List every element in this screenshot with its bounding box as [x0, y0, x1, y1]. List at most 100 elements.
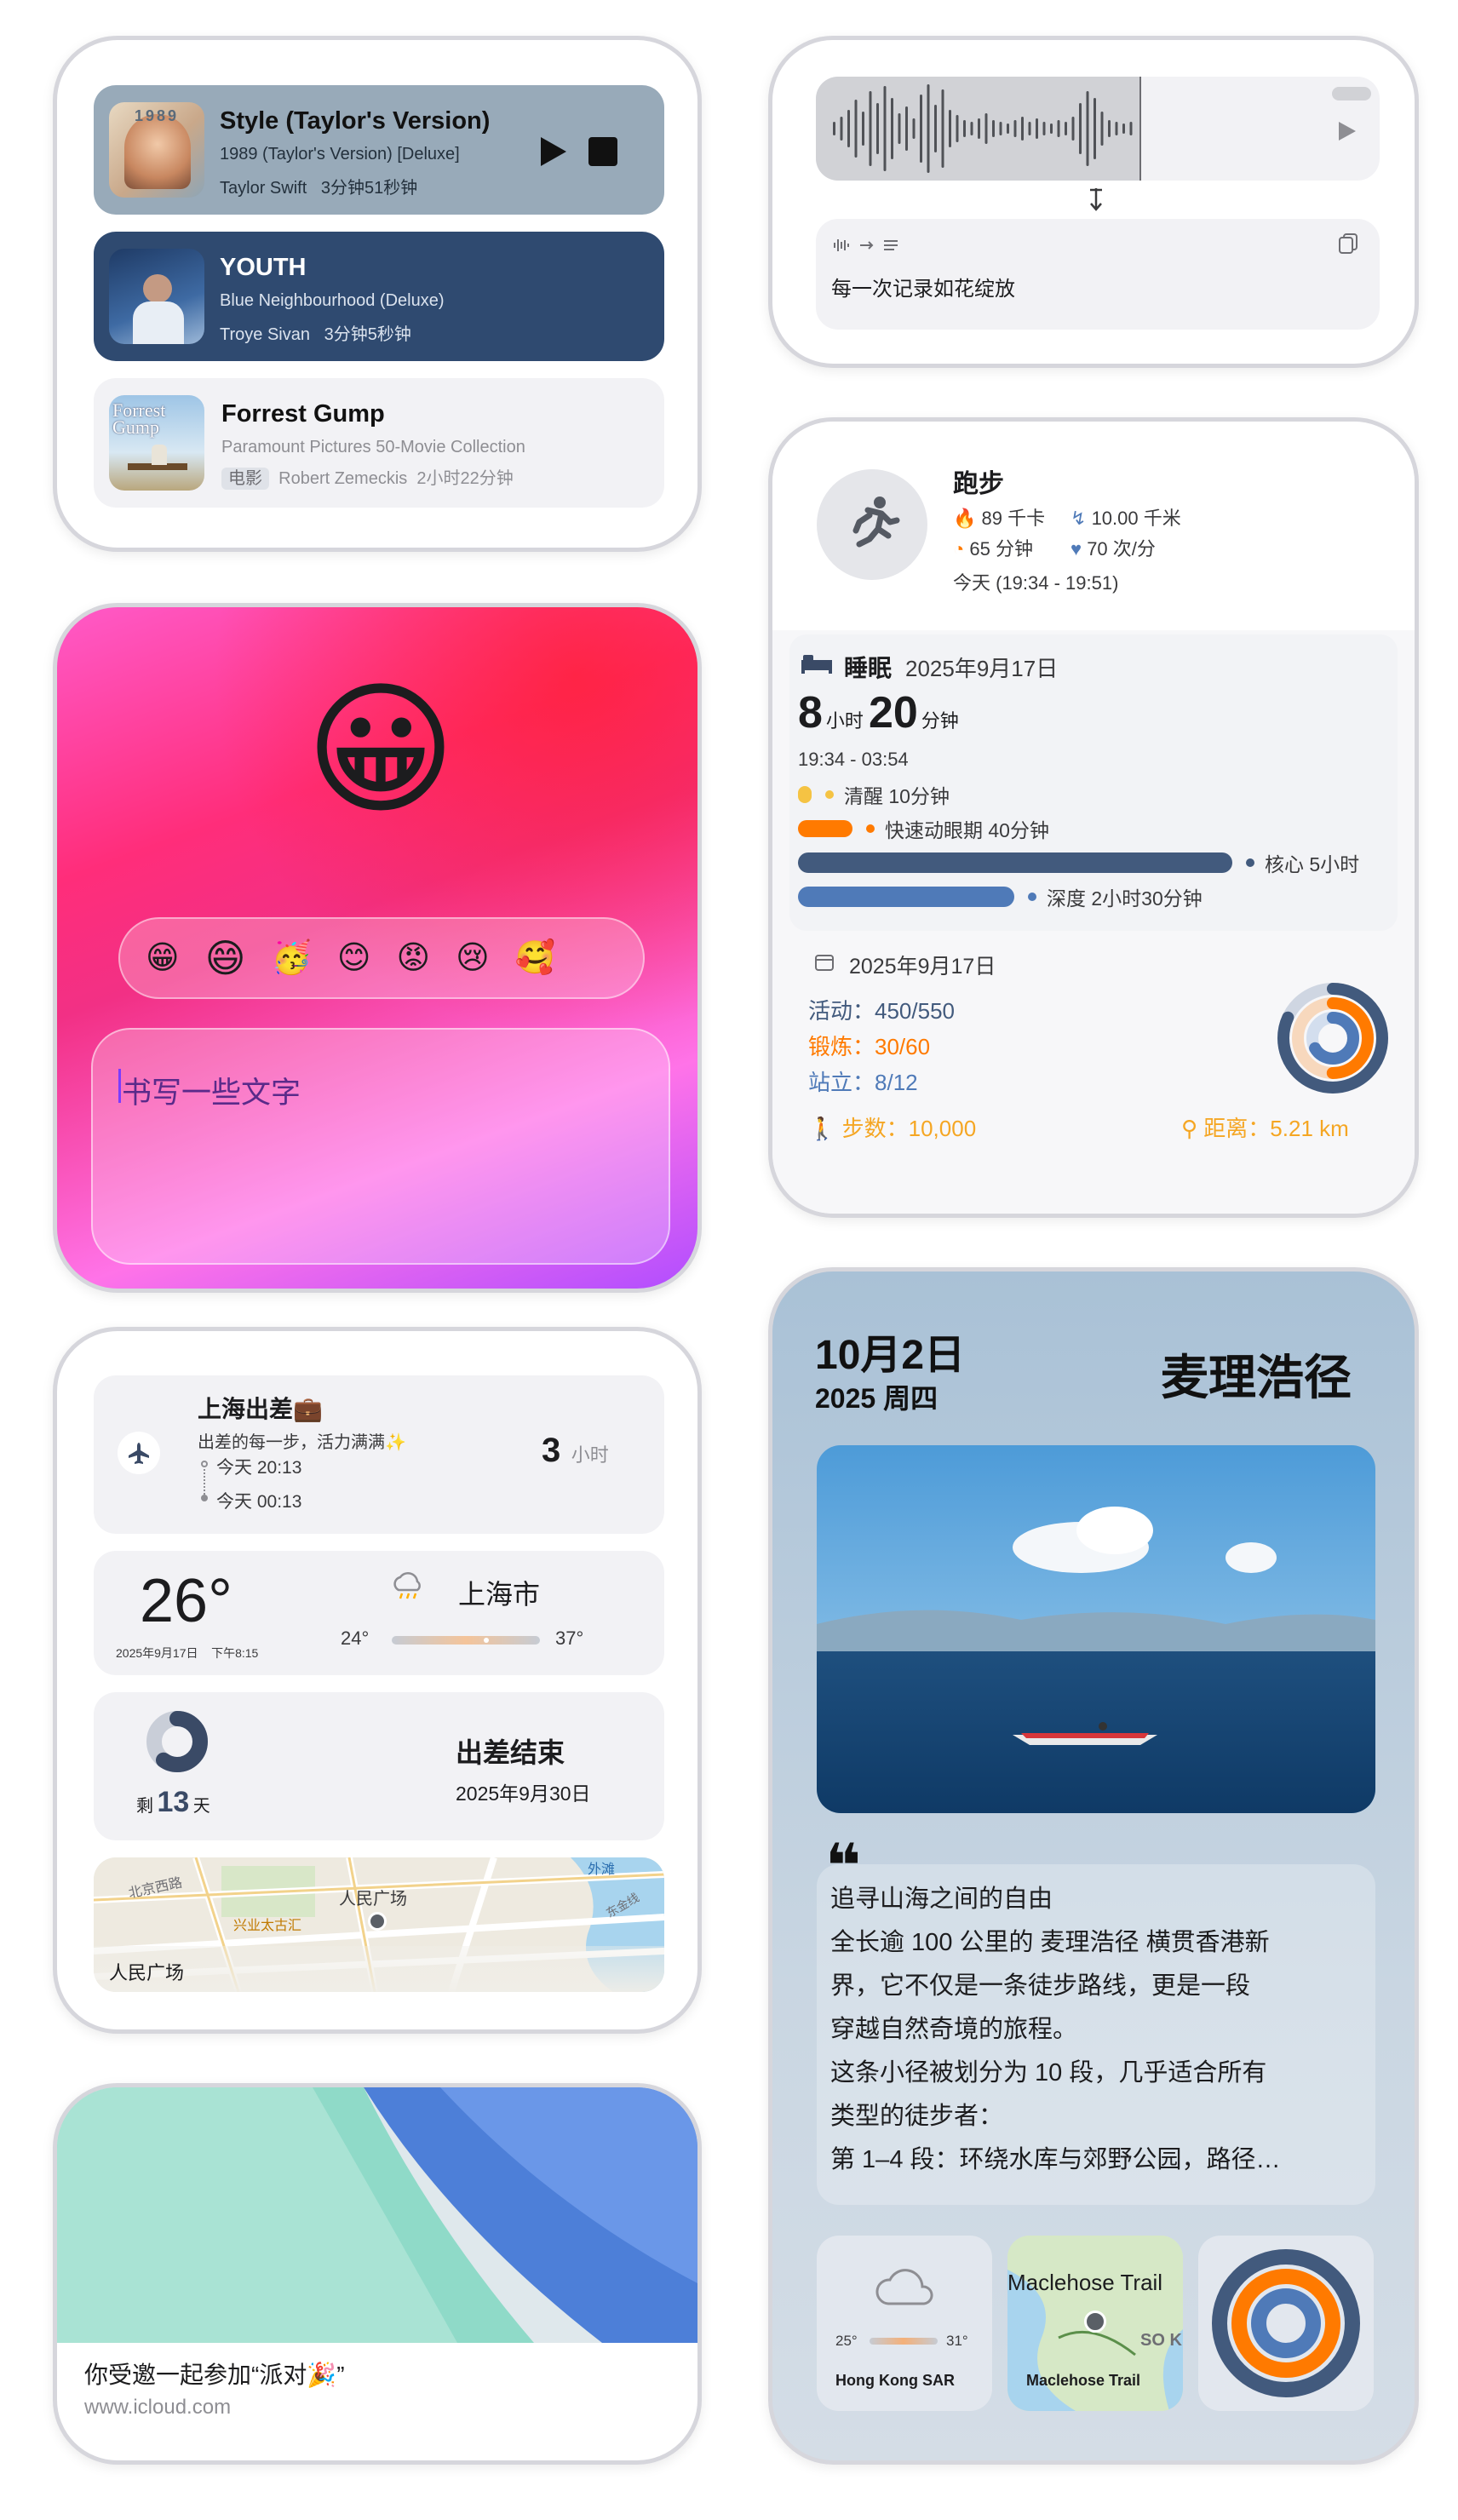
invite-url[interactable]: www.icloud.com: [84, 2396, 231, 2420]
remain-prefix: 剩: [136, 1797, 153, 1816]
duration-stat: ◔ 65 分钟: [953, 534, 1033, 561]
music-item-1[interactable]: 1989 Style (Taylor's Version) 1989 (Tayl…: [94, 85, 664, 215]
album-cover-3: Forrest Gump: [109, 395, 204, 491]
emoji-mood-widget: 😀 😁 😄 🥳 😊 😡 😢 🥰 书写一些文字: [53, 603, 702, 1293]
remaining-days: 剩 13 天: [136, 1786, 210, 1819]
emoji-option[interactable]: 😊: [337, 936, 371, 980]
waveform-bar: [854, 100, 858, 158]
sleep-date: 2025年9月17日: [905, 656, 1059, 681]
sleep-range: 19:34 - 03:54: [798, 749, 909, 770]
route-icon: ↯: [1071, 508, 1087, 529]
countdown-ring: [146, 1711, 208, 1772]
hike-rings: [1212, 2249, 1360, 2397]
route-line: [199, 1461, 208, 1503]
trip-subtitle: 出差的每一步，活力满满✨: [198, 1433, 406, 1452]
music-item-2[interactable]: YOUTH Blue Neighbourhood (Deluxe) Troye …: [94, 232, 664, 361]
journal-line: 第 1–4 段：环绕水库与郊野公园，路径…: [830, 2146, 1281, 2173]
menu-pill-icon[interactable]: [1332, 87, 1371, 100]
flight-panel[interactable]: 上海出差💼 出差的每一步，活力满满✨ 今天 20:13 今天 00:13 3 小…: [94, 1375, 664, 1534]
grinning-face-icon: 😀: [305, 669, 456, 831]
emoji-picker[interactable]: 😁 😄 🥳 😊 😡 😢 🥰: [118, 917, 645, 999]
flame-icon: 🔥: [953, 508, 977, 529]
waveform-bar: [1122, 123, 1125, 134]
sleep-stage-label: 核心 5小时: [1265, 853, 1360, 875]
music-widget: 1989 Style (Taylor's Version) 1989 (Tayl…: [53, 36, 702, 552]
emoji-option[interactable]: 🥰: [515, 936, 555, 980]
waveform-bar: [1057, 120, 1060, 137]
sleep-stage-row: 清醒 10分钟: [798, 781, 950, 808]
invite-widget[interactable]: 你受邀一起参加“派对🎉” www.icloud.com: [53, 2083, 702, 2465]
sleep-stage-bar: [798, 786, 812, 803]
temp-low: 24°: [341, 1627, 370, 1649]
album-cover-1: 1989: [109, 102, 204, 198]
emoji-option[interactable]: 😢: [456, 936, 490, 980]
stop-icon[interactable]: [588, 136, 618, 167]
waveform-bar: [984, 113, 988, 144]
text-placeholder[interactable]: 书写一些文字: [122, 1069, 301, 1112]
countdown-panel[interactable]: 剩 13 天 出差结束 2025年9月30日: [94, 1692, 664, 1840]
weather-panel[interactable]: 26° 2025年9月17日 下午8:15 上海市 24° 37°: [94, 1551, 664, 1675]
location-pin-icon: ⚲: [1181, 1116, 1198, 1141]
calendar-icon: [813, 951, 835, 973]
emoji-option[interactable]: 😁: [146, 936, 180, 980]
track-duration: 3分钟5秒钟: [324, 325, 411, 344]
text-input-panel[interactable]: 书写一些文字: [91, 1028, 670, 1265]
waveform-panel[interactable]: [816, 77, 1380, 181]
album-cover-text: 1989: [135, 107, 180, 124]
music-item-3[interactable]: Forrest Gump Forrest Gump Paramount Pict…: [94, 378, 664, 508]
waveform-bar: [847, 110, 850, 147]
stand-ring: [1251, 2288, 1321, 2358]
sleep-minutes-unit: 分钟: [921, 710, 959, 732]
journal-title: 麦理浩径: [1161, 1351, 1352, 1404]
health-widget: 跑步 🔥 89 千卡 ↯ 10.00 千米 ◔ 65 分钟 ♥ 70 次/分 今…: [768, 417, 1419, 1218]
journal-body: 追寻山海之间的自由 全长逾 100 公里的 麦理浩径 横贯香港新 界，它不仅是一条徒…: [830, 1878, 1281, 2182]
track-duration: 3分钟51秒钟: [320, 179, 418, 198]
journal-line: 界，它不仅是一条徒步路线，更是一段: [830, 1972, 1251, 2000]
sleep-stage-bar: [798, 820, 852, 837]
trail-map-tile[interactable]: Maclehose Trail SO K Maclehose Trail: [1007, 2236, 1183, 2411]
activity-rings: [1277, 983, 1388, 1094]
exercise-label: 锻炼：: [808, 1034, 875, 1059]
waveform-bar: [949, 110, 951, 147]
emoji-option[interactable]: 🥳: [272, 936, 312, 980]
waveform-bar: [992, 120, 995, 137]
trip-end-title: 出差结束: [456, 1737, 565, 1768]
playhead: [1139, 77, 1141, 181]
hike-journal-widget: 10月2日 2025 周四 麦理浩径 ❝ 追寻山海之间的自由 全长逾 100 公里…: [768, 1267, 1419, 2465]
copy-icon[interactable]: [1335, 231, 1361, 256]
track-album: Paramount Pictures 50-Movie Collection: [221, 438, 525, 456]
album-cover-text: Forrest Gump: [112, 399, 166, 438]
temp-range-bar: [392, 1636, 540, 1645]
transcript-panel[interactable]: 每一次记录如花绽放: [816, 219, 1380, 330]
play-icon[interactable]: [537, 135, 571, 169]
sleep-stage-row: 快速动眼期 40分钟: [798, 815, 1049, 842]
waveform-bar: [920, 95, 922, 163]
stand-label: 站立：: [808, 1070, 875, 1095]
media-tag: 电影: [221, 468, 269, 490]
hike-rings-tile[interactable]: [1198, 2236, 1374, 2411]
waveform-bar: [1050, 123, 1053, 134]
emoji-option[interactable]: 😡: [397, 936, 431, 980]
hk-place: Hong Kong SAR: [835, 2372, 955, 2389]
waveform-bar: [912, 118, 916, 139]
rain-cloud-icon: [388, 1570, 426, 1604]
map-poi-label: 兴业太古汇: [233, 1919, 302, 1933]
track-artist: Robert Zemeckis: [278, 469, 408, 488]
hk-weather-tile[interactable]: 25° 31° Hong Kong SAR: [817, 2236, 992, 2411]
run-section: 跑步 🔥 89 千卡 ↯ 10.00 千米 ◔ 65 分钟 ♥ 70 次/分 今…: [772, 422, 1415, 630]
flight-hours: 3 小时: [542, 1432, 609, 1470]
text-cursor: [118, 1069, 121, 1103]
track-meta: Troye Sivan 3分钟5秒钟: [220, 320, 411, 345]
map-panel[interactable]: 北京西路 人民广场 兴业太古汇 外滩 东金线 人民广场: [94, 1857, 664, 1992]
airplane-icon: [118, 1432, 160, 1474]
waveform-bar: [1100, 112, 1104, 146]
waveform: [833, 84, 1133, 173]
emoji-option[interactable]: 😄: [205, 936, 246, 980]
sleep-stage-dot: [825, 790, 834, 799]
map-poi-label: 人民广场: [339, 1890, 407, 1909]
hk-temp-bar: [870, 2338, 938, 2345]
waveform-bar: [840, 117, 843, 141]
waveform-bar: [1007, 123, 1009, 134]
journal-text-panel[interactable]: ❝ 追寻山海之间的自由 全长逾 100 公里的 麦理浩径 横贯香港新 界，它不仅是一…: [817, 1833, 1375, 2205]
play-icon[interactable]: [1332, 116, 1363, 146]
